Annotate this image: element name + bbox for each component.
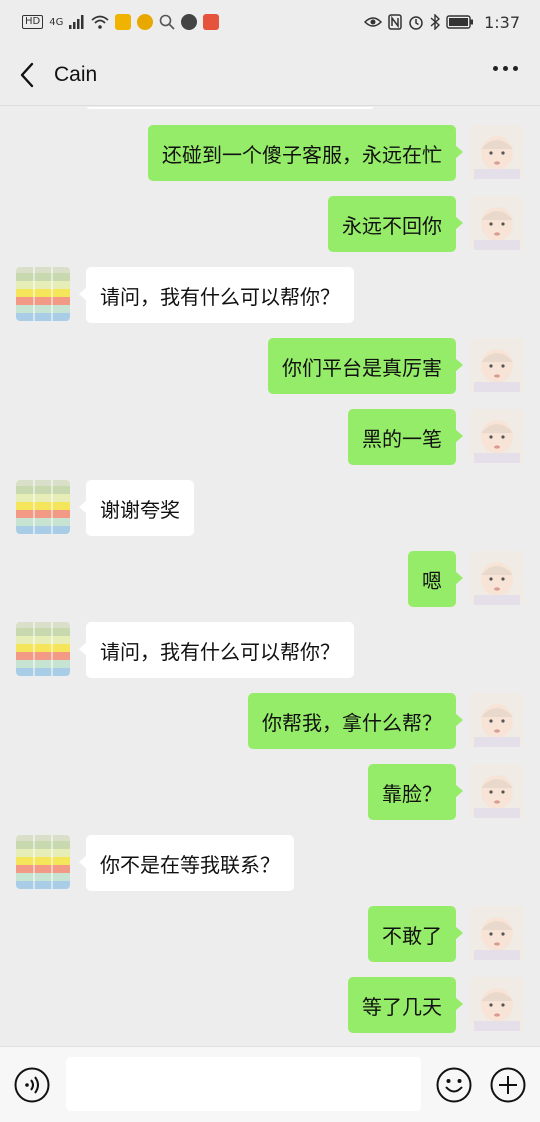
sent-message: 你们平台是真厉害 bbox=[0, 338, 540, 394]
message-bubble bbox=[86, 107, 374, 109]
message-bubble[interactable]: 不敢了 bbox=[368, 906, 463, 962]
wifi-icon bbox=[91, 15, 109, 29]
message-input[interactable] bbox=[66, 1057, 421, 1111]
sent-message: 嗯 bbox=[0, 551, 540, 607]
alarm-icon bbox=[409, 16, 423, 30]
my-avatar[interactable] bbox=[470, 693, 524, 747]
chat-title: Cain bbox=[54, 62, 98, 86]
received-message: 谢谢夸奖 bbox=[0, 480, 540, 536]
sent-message: 还碰到一个傻子客服，永远在忙 bbox=[0, 125, 540, 181]
message-bubble[interactable]: 等了几天 bbox=[348, 977, 463, 1033]
contact-avatar[interactable] bbox=[16, 480, 70, 534]
contact-avatar[interactable] bbox=[16, 622, 70, 676]
more-dots-icon[interactable] bbox=[493, 66, 518, 71]
received-message: 请问，我有什么可以帮你？ bbox=[0, 267, 540, 323]
plus-icon bbox=[490, 1067, 526, 1103]
plus-button[interactable] bbox=[490, 1067, 526, 1103]
chevron-left-icon bbox=[20, 62, 34, 87]
sent-message: 永远不回你 bbox=[0, 196, 540, 252]
voice-button[interactable] bbox=[14, 1067, 50, 1103]
sent-message: 靠脸？ bbox=[0, 764, 540, 820]
message-bubble[interactable]: 你不是在等我联系？ bbox=[79, 835, 294, 891]
battery-icon bbox=[446, 15, 474, 29]
app-notification-icon bbox=[181, 14, 198, 30]
my-avatar[interactable] bbox=[470, 906, 524, 960]
my-avatar[interactable] bbox=[470, 125, 524, 179]
message-bubble[interactable]: 永远不回你 bbox=[328, 196, 463, 252]
message-bubble[interactable]: 黑的一笔 bbox=[348, 409, 463, 465]
my-avatar[interactable] bbox=[470, 764, 524, 818]
input-bar bbox=[0, 1046, 540, 1122]
message-bubble[interactable]: 你们平台是真厉害 bbox=[268, 338, 463, 394]
my-avatar[interactable] bbox=[470, 977, 524, 1031]
my-avatar[interactable] bbox=[470, 409, 524, 463]
status-time: 1:37 bbox=[484, 12, 520, 32]
emoji-button[interactable] bbox=[436, 1067, 472, 1103]
status-left-icons: HD 4G bbox=[22, 14, 220, 30]
message-bubble[interactable]: 还碰到一个傻子客服，永远在忙 bbox=[148, 125, 463, 181]
eye-icon bbox=[364, 17, 383, 27]
sent-message: 不敢了 bbox=[0, 906, 540, 962]
contact-avatar[interactable] bbox=[16, 835, 70, 889]
message-bubble[interactable]: 请问，我有什么可以帮你？ bbox=[79, 267, 354, 323]
received-message: 请问，我有什么可以帮你？ bbox=[0, 622, 540, 678]
sent-message: 等了几天 bbox=[0, 977, 540, 1033]
back-button[interactable] bbox=[2, 44, 52, 106]
hd-badge: HD bbox=[22, 15, 44, 29]
my-avatar[interactable] bbox=[470, 338, 524, 392]
sent-message: 你帮我，拿什么帮？ bbox=[0, 693, 540, 749]
network-type-label: 4G bbox=[49, 16, 64, 28]
my-avatar[interactable] bbox=[470, 551, 524, 605]
nfc-icon bbox=[388, 14, 402, 30]
status-bar: HD 4G 1:37 bbox=[0, 0, 540, 44]
message-bubble[interactable]: 谢谢夸奖 bbox=[79, 480, 194, 536]
emoji-icon bbox=[436, 1067, 472, 1103]
message-list[interactable]: 还碰到一个傻子客服，永远在忙永远不回你请问，我有什么可以帮你？ 你们平台是真厉害黑… bbox=[0, 107, 540, 1045]
app-notification-icon bbox=[115, 14, 132, 30]
voice-icon bbox=[14, 1067, 50, 1103]
app-notification-icon bbox=[203, 14, 220, 30]
bluetooth-icon bbox=[430, 14, 441, 30]
sent-message: 黑的一笔 bbox=[0, 409, 540, 465]
status-right-icons: 1:37 bbox=[364, 13, 520, 32]
search-icon bbox=[160, 14, 175, 30]
my-avatar[interactable] bbox=[470, 196, 524, 250]
message-bubble[interactable]: 你帮我，拿什么帮？ bbox=[248, 693, 463, 749]
chat-header: Cain bbox=[0, 44, 540, 106]
app-notification-icon bbox=[137, 14, 154, 30]
received-message: 你不是在等我联系？ bbox=[0, 835, 540, 891]
contact-avatar[interactable] bbox=[16, 267, 70, 321]
message-bubble[interactable]: 请问，我有什么可以帮你？ bbox=[79, 622, 354, 678]
message-bubble[interactable]: 嗯 bbox=[408, 551, 463, 607]
signal-icon bbox=[69, 15, 84, 29]
message-bubble[interactable]: 靠脸？ bbox=[368, 764, 463, 820]
